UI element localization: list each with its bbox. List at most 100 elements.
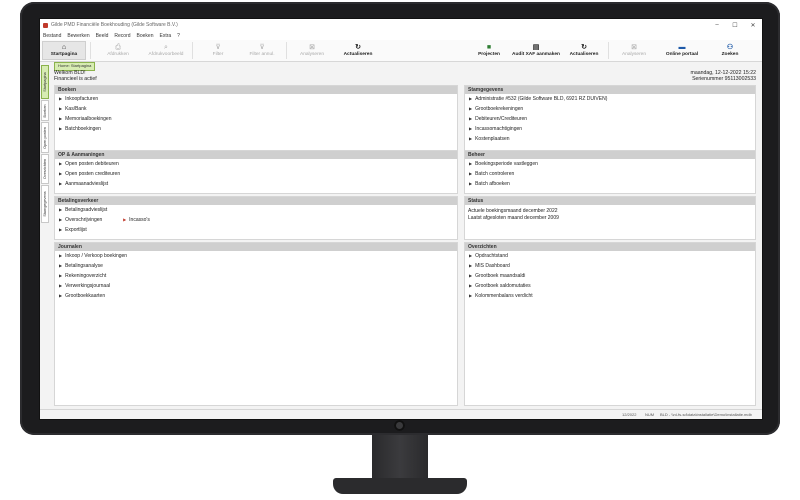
- filter-button[interactable]: ⊽ Filter: [196, 41, 240, 60]
- app-window: Gilde PMD Financiële Boekhouding (Gilde …: [39, 18, 763, 420]
- menu-boeken[interactable]: Boeken: [137, 33, 154, 39]
- side-tab-stamgegevens[interactable]: Stamgegevens: [41, 185, 49, 223]
- link-batch-controleren[interactable]: ▶ Batch controleren: [465, 169, 755, 179]
- arrow-right-icon: ▶: [59, 207, 63, 212]
- side-tab-startpagina[interactable]: Startpagina: [41, 65, 49, 99]
- panel-title: Beheer: [465, 151, 755, 159]
- menu-beeld[interactable]: Beeld: [96, 33, 109, 39]
- close-button[interactable]: ✕: [744, 22, 762, 29]
- betaling-row: ▶ Overschrijvingen ▶ Incasso's: [55, 215, 457, 225]
- portal-icon: ▬: [678, 44, 686, 51]
- menu-extra[interactable]: Extra: [159, 33, 171, 39]
- link-batchboekingen[interactable]: ▶ Batchboekingen: [55, 124, 457, 134]
- menu-help[interactable]: ?: [177, 33, 180, 39]
- maximize-button[interactable]: ☐: [726, 22, 744, 29]
- link-betalingsadvieslijst[interactable]: ▶ Betalingsadvieslijst: [55, 205, 457, 215]
- refresh-icon: ↻: [581, 44, 587, 51]
- afdrukvoorbeeld-button[interactable]: ⌕ Afdrukvoorbeeld: [144, 41, 188, 60]
- link-grootboekrekeningen[interactable]: ▶ Grootboekrekeningen: [465, 104, 755, 114]
- printer-icon: ⎙: [115, 44, 121, 51]
- link-kostenplaatsen[interactable]: ▶ Kostenplaatsen: [465, 134, 755, 144]
- menu-bewerken[interactable]: Bewerken: [67, 33, 89, 39]
- link-aanmaanadvieslijst[interactable]: ▶ Aanmaanadvieslijst: [55, 179, 457, 189]
- projects-icon: ■: [486, 44, 492, 51]
- welcome-info: Welkom BLD! Financieel is actief: [54, 70, 97, 82]
- minimize-button[interactable]: –: [708, 22, 726, 29]
- audit-xaf-button[interactable]: ▤ Audit XAF aanmaken: [512, 41, 560, 60]
- arrow-right-icon: ▶: [59, 293, 63, 298]
- link-verwerkingsjournaal[interactable]: ▶ Verwerkingsjournaal: [55, 281, 457, 291]
- link-mis-dashboard[interactable]: ▶ MIS Dashboard: [465, 261, 755, 271]
- arrow-right-icon: ▶: [469, 96, 473, 101]
- panel-title: OP & Aanmaningen: [55, 151, 457, 159]
- link-administratie[interactable]: ▶ Administratie #532 (Gilde Software BLD,…: [465, 94, 755, 104]
- link-batch-afboeken[interactable]: ▶ Batch afboeken: [465, 179, 755, 189]
- startpagina-button[interactable]: ⌂ Startpagina: [42, 41, 86, 60]
- link-open-posten-debiteuren[interactable]: ▶ Open posten debiteuren: [55, 159, 457, 169]
- link-debiteuren-crediteuren[interactable]: ▶ Debiteuren/Crediteuren: [465, 114, 755, 124]
- side-tab-boeken[interactable]: Boeken: [41, 100, 49, 121]
- panel-beheer: Beheer ▶ Boekingsperiode vastleggen ▶ Batc…: [464, 150, 756, 194]
- window-controls: – ☐ ✕: [708, 22, 762, 29]
- link-open-posten-crediteuren[interactable]: ▶ Open posten crediteuren: [55, 169, 457, 179]
- actualiseren2-button[interactable]: ↻ Actualiseren: [562, 41, 606, 60]
- side-tabs: Startpagina Boeken Open posten Overzicht…: [40, 63, 50, 419]
- menu-bestand[interactable]: Bestand: [43, 33, 61, 39]
- link-incassomachtigingen[interactable]: ▶ Incassomachtigingen: [465, 124, 755, 134]
- arrow-right-icon: ▶: [469, 116, 473, 121]
- binoculars-icon: ⚇: [726, 44, 734, 51]
- link-memoriaalboekingen[interactable]: ▶ Memoriaalboekingen: [55, 114, 457, 124]
- link-exportlijst[interactable]: ▶ Exportlijst: [55, 225, 457, 235]
- link-boekingsperiode[interactable]: ▶ Boekingsperiode vastleggen: [465, 159, 755, 169]
- link-incassos[interactable]: Incasso's: [129, 215, 150, 225]
- link-grootboekkaarten[interactable]: ▶ Grootboekkaarten: [55, 291, 457, 301]
- arrow-right-icon: ▶: [469, 181, 473, 186]
- print-preview-icon: ⌕: [164, 44, 168, 51]
- analyseren-button[interactable]: ⊠ Analyseren: [290, 41, 334, 60]
- afdrukken-button[interactable]: ⎙ Afdrukken: [96, 41, 140, 60]
- filter-annuleren-button[interactable]: ⊽ Filter annul.: [240, 41, 284, 60]
- arrow-right-icon: ▶: [469, 161, 473, 166]
- status-num: NUM: [645, 412, 655, 417]
- window-title: Gilde PMD Financiële Boekhouding (Gilde …: [51, 22, 178, 28]
- link-overschrijvingen[interactable]: Overschrijvingen: [65, 215, 123, 225]
- link-grootboek-maandsaldi[interactable]: ▶ Grootboek maandsaldi: [465, 271, 755, 281]
- link-kas-bank[interactable]: ▶ Kas/Bank: [55, 104, 457, 114]
- side-tab-overzichten[interactable]: Overzichten: [41, 154, 49, 184]
- link-inkoop-verkoop[interactable]: ▶ Inkoop / Verkoop boekingen: [55, 251, 457, 261]
- link-betalingsanalyse[interactable]: ▶ Betalingsanalyse: [55, 261, 457, 271]
- filter-cancel-icon: ⊽: [259, 44, 265, 51]
- arrow-right-icon: ▶: [469, 171, 473, 176]
- panel-status: Status Actuele boekingsmaand december 20…: [464, 196, 756, 240]
- monitor-foot: [333, 478, 467, 494]
- arrow-right-icon: ▶: [59, 161, 63, 166]
- arrow-right-icon: ▶: [469, 263, 473, 268]
- analyseren2-button[interactable]: ⊠ Analyseren: [612, 41, 656, 60]
- status-period: 12/2022: [622, 412, 637, 417]
- monitor-stand: [372, 435, 428, 481]
- analyse-icon: ⊠: [309, 44, 315, 51]
- analyse-icon: ⊠: [631, 44, 637, 51]
- arrow-right-icon: ▶: [469, 283, 473, 288]
- online-portaal-button[interactable]: ▬ Online portaal: [660, 41, 704, 60]
- panel-title: Stamgegevens: [465, 86, 755, 94]
- toolbar-separator: [608, 42, 609, 59]
- link-opdrachtstand[interactable]: ▶ Opdrachtstand: [465, 251, 755, 261]
- projecten-button[interactable]: ■ Projecten: [467, 41, 511, 60]
- side-tab-open-posten[interactable]: Open posten: [41, 122, 49, 153]
- panel-op-aanmaningen: OP & Aanmaningen ▶ Open posten debiteuren…: [54, 150, 458, 194]
- arrow-right-icon: ▶: [123, 217, 127, 222]
- menu-bar: Bestand Bewerken Beeld Record Boeken Ext…: [40, 31, 762, 40]
- link-inkoopfacturen[interactable]: ▶ Inkoopfacturen: [55, 94, 457, 104]
- link-grootboek-saldomutaties[interactable]: ▶ Grootboek saldomutaties: [465, 281, 755, 291]
- arrow-right-icon: ▶: [59, 126, 63, 131]
- arrow-right-icon: ▶: [469, 253, 473, 258]
- link-kolommenbalans[interactable]: ▶ Kolommenbalans verdicht: [465, 291, 755, 301]
- panel-betalingsverkeer: Betalingsverkeer ▶ Betalingsadvieslijst ▶…: [54, 196, 458, 240]
- link-rekeningoverzicht[interactable]: ▶ Rekeningoverzicht: [55, 271, 457, 281]
- filter-icon: ⊽: [215, 44, 221, 51]
- menu-record[interactable]: Record: [114, 33, 130, 39]
- zoeken-button[interactable]: ⚇ Zoeken: [708, 41, 752, 60]
- actualiseren-button[interactable]: ↻ Actualiseren: [336, 41, 380, 60]
- date-info: maandag, 12-12-2022 15:22 Serienummer 95…: [691, 70, 756, 82]
